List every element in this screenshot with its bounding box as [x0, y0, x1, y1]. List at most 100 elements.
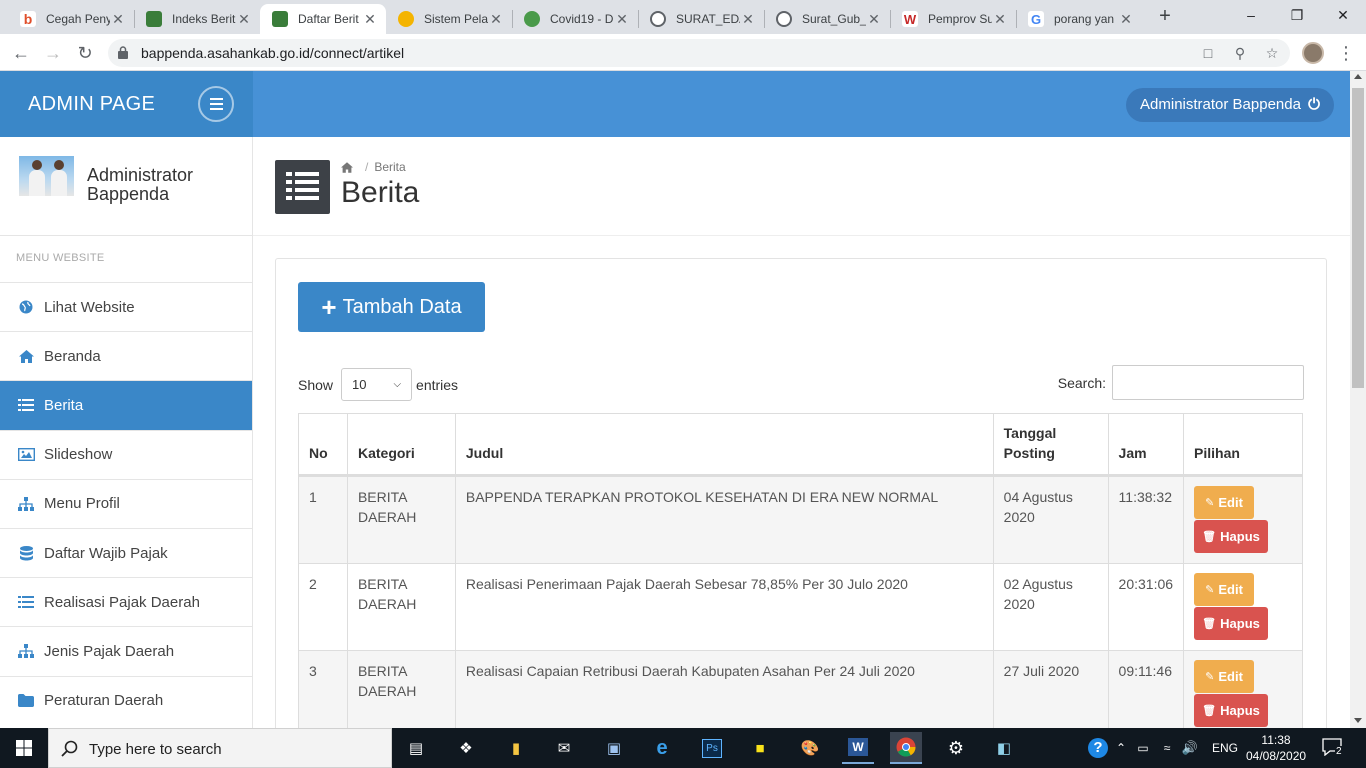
column-header[interactable]: Pilihan — [1183, 413, 1303, 477]
globe-icon — [17, 299, 35, 315]
edit-button[interactable]: ✎ Edit — [1194, 486, 1255, 519]
column-header[interactable]: Kategori — [346, 413, 456, 477]
database-icon — [17, 545, 35, 561]
file-explorer-icon[interactable]: ▮ — [500, 732, 532, 764]
close-window-button[interactable]: ✕ — [1320, 0, 1366, 30]
system-clock[interactable]: 11:38 04/08/2020 — [1246, 732, 1306, 764]
edit-button[interactable]: ✎ Edit — [1194, 573, 1255, 606]
photoshop-icon[interactable]: Ps — [696, 732, 728, 764]
user-menu-button[interactable]: Administrator Bappenda ⏻ — [1126, 88, 1334, 122]
sidebar-item-peraturan-daerah[interactable]: Peraturan Daerah — [0, 675, 252, 725]
notification-center-icon[interactable]: 2 — [1322, 736, 1346, 760]
show-hidden-icons-icon[interactable]: ⌃ — [1110, 732, 1132, 764]
sidebar-item-jenis-pajak-daerah[interactable]: Jenis Pajak Daerah — [0, 626, 252, 675]
forward-button[interactable]: → — [40, 40, 66, 66]
sidebar-item-berita[interactable]: Berita — [0, 380, 252, 430]
sidebar-item-beranda[interactable]: Beranda — [0, 331, 252, 380]
mail-icon[interactable]: ✉ — [548, 732, 580, 764]
column-header[interactable]: No — [298, 413, 348, 477]
close-tab-icon[interactable]: ✕ — [866, 11, 882, 28]
column-header[interactable]: Jam — [1107, 413, 1185, 477]
power-icon: ⏻ — [1308, 96, 1320, 113]
sidebar-item-lihat-website[interactable]: Lihat Website — [0, 282, 252, 331]
notepad-icon[interactable]: ◧ — [988, 732, 1020, 764]
search-input[interactable] — [1112, 365, 1304, 400]
delete-button[interactable]: 🗑 Hapus — [1194, 694, 1269, 727]
computer-icon[interactable]: ▣ — [598, 732, 630, 764]
browser-tab[interactable]: b Cegah Penye ✕ — [8, 4, 134, 34]
taskbar-search[interactable]: Type here to search — [48, 728, 392, 768]
close-tab-icon[interactable]: ✕ — [236, 11, 252, 28]
volume-icon[interactable]: 🔊 — [1178, 732, 1202, 764]
profile-photo — [19, 156, 74, 196]
edge-icon[interactable]: e — [646, 732, 678, 764]
sidebar-item-label: Menu Profil — [44, 495, 120, 513]
browser-tab[interactable]: G porang yan ✕ — [1016, 4, 1142, 34]
pencil-icon: ✎ — [1205, 496, 1215, 509]
chrome-icon[interactable] — [890, 732, 922, 764]
entries-select[interactable]: 10 ⌵ — [341, 368, 413, 401]
browser-tab[interactable]: W Pemprov Su ✕ — [890, 4, 1016, 34]
close-tab-icon[interactable]: ✕ — [614, 11, 630, 28]
column-header[interactable]: Tanggal Posting — [992, 413, 1109, 477]
close-tab-icon[interactable]: ✕ — [488, 11, 504, 28]
add-data-button[interactable]: + Tambah Data — [298, 282, 485, 332]
sidebar-item-daftar-wajib-pajak[interactable]: Daftar Wajib Pajak — [0, 527, 252, 577]
sticky-notes-icon[interactable]: ■ — [744, 732, 776, 764]
dropbox-icon[interactable]: ❖ — [450, 732, 482, 764]
browser-tab[interactable]: Sistem Pelay ✕ — [386, 4, 512, 34]
scroll-down-icon[interactable] — [1354, 718, 1362, 723]
close-tab-icon[interactable]: ✕ — [362, 11, 378, 28]
battery-icon[interactable]: ▭ — [1132, 732, 1154, 764]
browser-tab[interactable]: Covid19 - D ✕ — [512, 4, 638, 34]
sidebar-item-slideshow[interactable]: Slideshow — [0, 429, 252, 479]
scroll-up-icon[interactable] — [1354, 74, 1362, 79]
page-scrollbar[interactable] — [1350, 71, 1366, 728]
browser-tab-active[interactable]: Daftar Berit ✕ — [260, 4, 386, 34]
browser-menu-icon[interactable]: ⋮ — [1336, 40, 1356, 66]
maximize-button[interactable]: ❐ — [1274, 0, 1320, 30]
reload-button[interactable]: ↻ — [72, 40, 98, 66]
address-bar[interactable]: bappenda.asahankab.go.id/connect/artikel… — [108, 39, 1290, 67]
new-tab-button[interactable]: + — [1152, 4, 1178, 30]
close-tab-icon[interactable]: ✕ — [740, 11, 756, 28]
delete-label: Hapus — [1220, 615, 1260, 631]
back-button[interactable]: ← — [8, 40, 34, 66]
start-button[interactable] — [0, 728, 48, 768]
paint-icon[interactable]: 🎨 — [794, 732, 826, 764]
sidebar-toggle-button[interactable] — [198, 86, 234, 122]
minimize-button[interactable]: – — [1228, 0, 1274, 30]
bookmark-star-icon[interactable]: ☆ — [1262, 43, 1282, 63]
language-indicator[interactable]: ENG — [1212, 741, 1238, 755]
entries-label: entries — [416, 376, 459, 393]
sidebar-item-realisasi-pajak-daerah[interactable]: Realisasi Pajak Daerah — [0, 577, 252, 626]
task-view-icon[interactable]: ▤ — [400, 732, 432, 764]
delete-button[interactable]: 🗑 Hapus — [1194, 607, 1269, 640]
translate-icon[interactable]: □ — [1198, 43, 1218, 63]
delete-button[interactable]: 🗑 Hapus — [1194, 520, 1269, 553]
close-tab-icon[interactable]: ✕ — [110, 11, 126, 28]
close-tab-icon[interactable]: ✕ — [1118, 11, 1134, 28]
home-icon[interactable] — [341, 161, 353, 173]
column-header[interactable]: Judul — [454, 413, 994, 477]
delete-label: Hapus — [1220, 702, 1260, 718]
table-row: 2 BERITA DAERAH Realisasi Penerimaan Paj… — [298, 563, 1303, 651]
plus-icon: + — [321, 292, 337, 322]
close-tab-icon[interactable]: ✕ — [992, 11, 1008, 28]
menu-heading: MENU WEBSITE — [16, 252, 105, 264]
edit-button[interactable]: ✎ Edit — [1194, 660, 1255, 693]
browser-tab[interactable]: Surat_Gub_ ✕ — [764, 4, 890, 34]
cell-kategori: BERITA DAERAH — [346, 650, 456, 738]
sidebar-item-label: Peraturan Daerah — [44, 692, 164, 710]
taskbar-search-placeholder: Type here to search — [89, 741, 222, 758]
wifi-icon[interactable]: ≈ — [1156, 732, 1178, 764]
profile-avatar[interactable] — [1302, 42, 1324, 64]
browser-tab[interactable]: Indeks Berit ✕ — [134, 4, 260, 34]
sidebar-item-menu-profil[interactable]: Menu Profil — [0, 478, 252, 528]
sidebar-item-label: Realisasi Pajak Daerah — [44, 593, 200, 611]
browser-tab[interactable]: SURAT_EDA ✕ — [638, 4, 764, 34]
scrollbar-thumb[interactable] — [1352, 88, 1364, 388]
word-icon[interactable]: W — [842, 732, 874, 764]
zoom-icon[interactable]: ⚲ — [1230, 43, 1250, 63]
settings-gear-icon[interactable]: ⚙ — [940, 732, 972, 764]
